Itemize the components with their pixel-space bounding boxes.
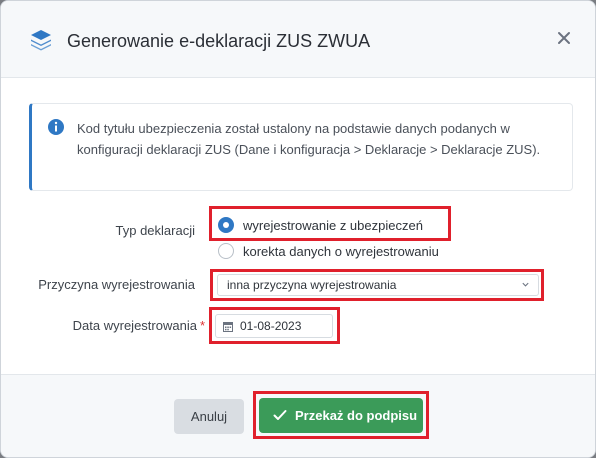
highlight-submit-button <box>253 391 429 439</box>
typ-deklaracji-label: Typ deklaracji <box>115 223 195 238</box>
highlight-data-field <box>209 307 340 344</box>
required-mark: * <box>199 318 205 333</box>
cancel-button[interactable]: Anuluj <box>174 399 244 434</box>
dialog-title: Generowanie e-deklaracji ZUS ZWUA <box>67 31 371 51</box>
info-alert: Kod tytułu ubezpieczenia został ustalony… <box>29 103 573 191</box>
dialog: Generowanie e-deklaracji ZUS ZWUA Kod ty… <box>0 0 596 458</box>
dialog-header: Generowanie e-deklaracji ZUS ZWUA <box>1 1 595 78</box>
highlight-przyczyna-select <box>210 269 544 301</box>
close-icon[interactable] <box>555 29 573 47</box>
data-label-text: Data wyrejestrowania <box>72 318 197 333</box>
stack-layers-icon <box>31 30 51 51</box>
data-wyrejestrowania-label: Data wyrejestrowania * <box>41 318 205 333</box>
radio-korekta[interactable] <box>218 243 234 259</box>
highlight-radio-wyrejestrowanie <box>209 206 451 241</box>
info-circle-icon <box>48 119 64 135</box>
radio-korekta-label[interactable]: korekta danych o wyrejestrowaniu <box>243 244 439 259</box>
info-text: Kod tytułu ubezpieczenia został ustalony… <box>77 121 541 157</box>
close-x-glyph <box>558 32 570 44</box>
przyczyna-label: Przyczyna wyrejestrowania <box>38 277 195 292</box>
